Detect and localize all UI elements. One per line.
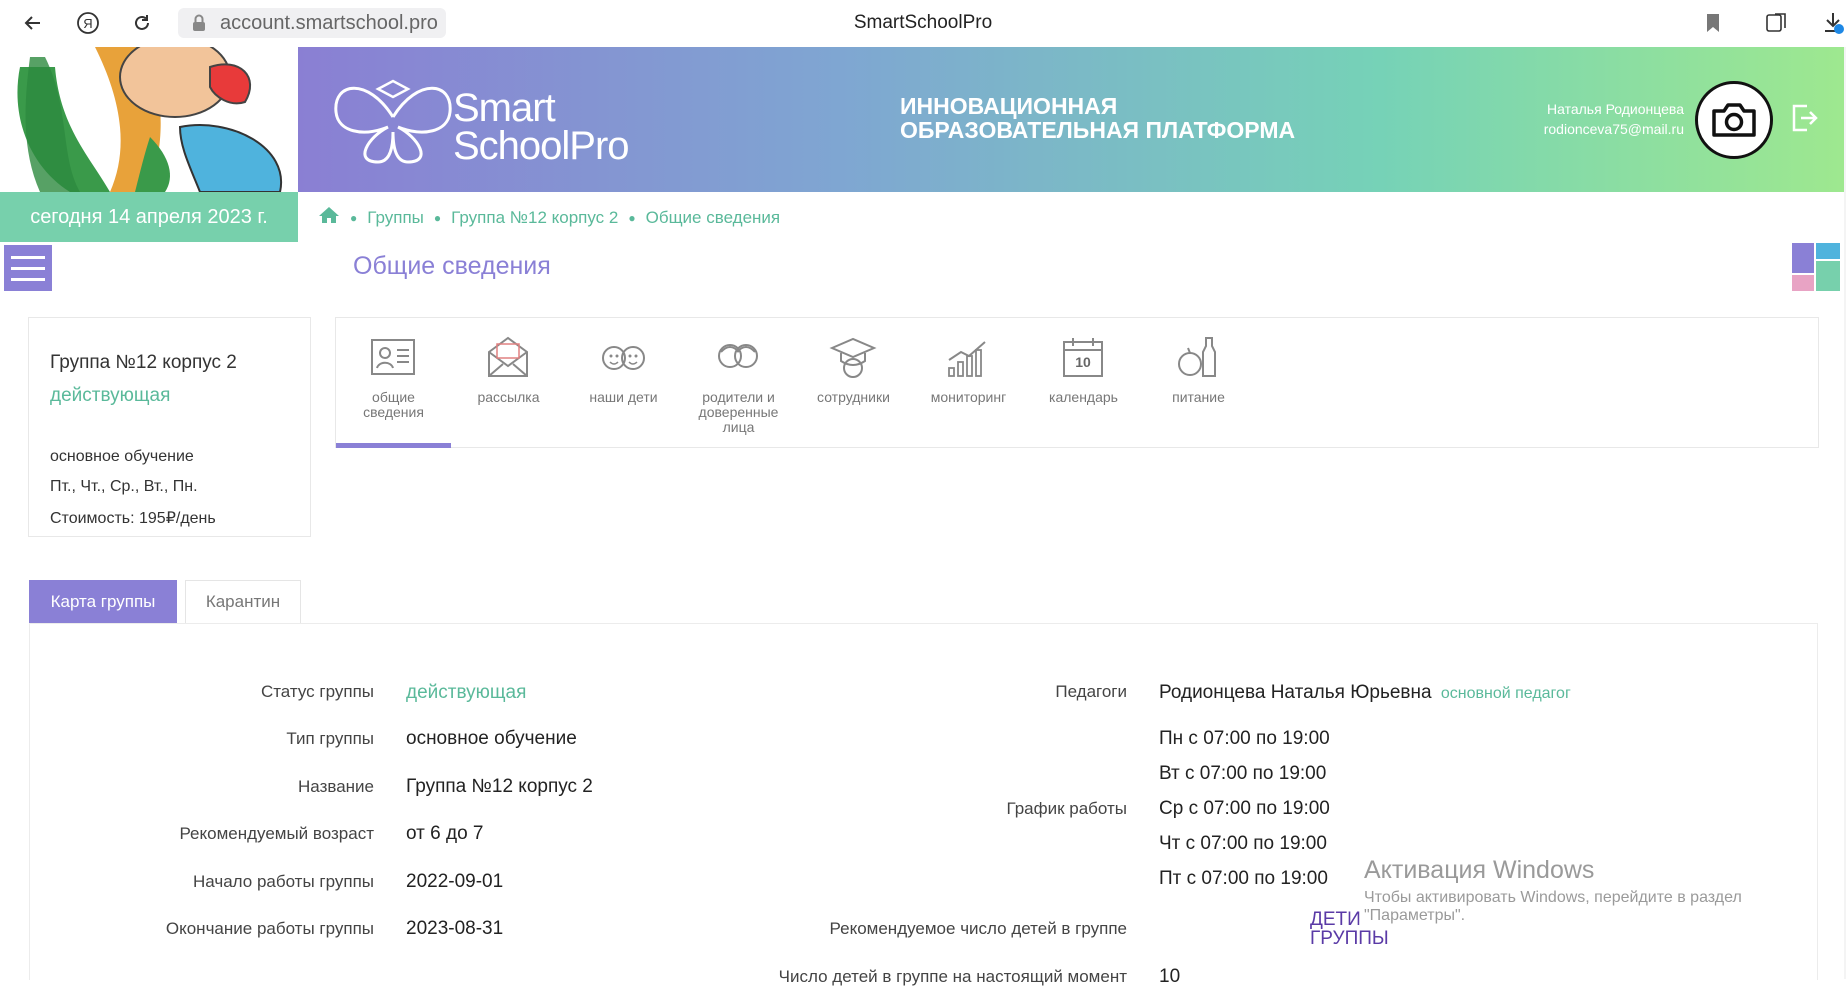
page-title: Общие сведения [353,252,551,280]
nav-label: календарь [1049,389,1118,405]
nav-label: наши дети [589,389,658,405]
recommended-children-label: Рекомендуемое число детей в группе [829,919,1127,938]
group-map-panel: Статус группы действующая Тип группы осн… [29,623,1818,987]
status-label: Статус группы [260,682,374,701]
group-status: действующая [50,385,171,406]
header-banner: Smart SchoolPro ИННОВАЦИОННАЯ ОБРАЗОВАТЕ… [298,47,1844,192]
bookmark-icon[interactable] [1698,8,1728,38]
windows-activation-title: Активация Windows [1364,856,1595,884]
mascot-logo [0,47,298,192]
nav-label: питание [1172,389,1225,405]
slogan-line-2: ОБРАЗОВАТЕЛЬНАЯ ПЛАТФОРМА [900,117,1296,143]
today-date: сегодня 14 апреля 2023 г. [0,192,298,242]
teachers-label: Педагоги [1055,682,1127,701]
butterfly-logo-icon [328,77,458,172]
kids-icon [602,346,645,370]
nav-mailing[interactable]: рассылка [451,318,566,447]
teacher-role: основной педагог [1440,685,1571,702]
schedule-wednesday: Ср с 07:00 по 19:00 [1159,798,1330,819]
type-label: Тип группы [286,729,374,748]
watermark-line-1: Чтобы активировать Windows, перейдите в … [1364,889,1742,906]
schedule-tuesday: Вт с 07:00 по 19:00 [1159,763,1327,784]
schedule-friday: Пт с 07:00 по 19:00 [1159,868,1328,889]
windows-activation-text: Чтобы активировать Windows, перейдите в … [1364,889,1742,925]
nav-label: сотрудники [817,389,890,405]
nav-staff[interactable]: сотрудники [796,318,911,447]
menu-icon[interactable] [4,245,52,291]
envelope-icon [488,336,528,377]
nav-monitoring[interactable]: мониторинг [911,318,1026,447]
link-line-2: ГРУППЫ [1310,928,1389,949]
tab-title: SmartSchoolPro [853,12,993,33]
start-value: 2022-09-01 [406,871,504,892]
download-icon[interactable] [1818,8,1846,38]
breadcrumb-groups[interactable]: Группы [367,208,424,228]
nav-label: родители и доверенные лица [698,389,779,435]
theme-tiles-icon[interactable] [1792,243,1840,291]
nav-general-info[interactable]: общие сведения [336,318,451,448]
id-card-icon [371,339,415,375]
chart-icon [948,341,986,377]
nav-parents[interactable]: родители и доверенные лица [681,318,796,447]
end-label: Окончание работы группы [165,919,374,938]
slogan: ИННОВАЦИОННАЯ ОБРАЗОВАТЕЛЬНАЯ ПЛАТФОРМА [900,94,1295,142]
active-underline [336,443,451,448]
name-value: Группа №12 корпус 2 [406,776,593,797]
tab-quarantine[interactable]: Карантин [185,580,301,623]
nav-calendar[interactable]: 10 календарь [1026,318,1141,447]
nav-food[interactable]: питание [1141,318,1256,447]
group-type: основное обучение [50,448,194,465]
watermark-line-2: "Параметры". [1364,907,1466,924]
calendar-day: 10 [1075,354,1091,370]
status-value: действующая [406,682,527,703]
slogan-line-1: ИННОВАЦИОННАЯ [900,93,1118,119]
schedule-label: График работы [1006,799,1127,818]
user-name[interactable]: Наталья Родионцева [1547,101,1684,117]
tab-group-map[interactable]: Карта группы [29,580,177,623]
breadcrumb-separator: ● [433,210,442,225]
type-value: основное обучение [406,728,577,749]
breadcrumb-group[interactable]: Группа №12 корпус 2 [451,208,618,228]
nav-label: рассылка [477,389,540,405]
group-info-card: Группа №12 корпус 2 действующая основное… [28,317,311,537]
parents-icon [718,344,758,368]
name-label: Название [298,777,374,796]
section-nav: общие сведения рассылка наши дети родител… [335,317,1819,448]
current-children-value: 10 [1159,966,1181,987]
group-cost: Стоимость: 195₽/день [50,510,216,527]
nav-label: общие сведения [363,389,424,420]
user-email[interactable]: rodionceva75@mail.ru [1544,121,1684,137]
logout-icon[interactable] [1791,103,1819,138]
brand-name: Smart SchoolPro [453,86,630,168]
age-label: Рекомендуемый возраст [179,824,374,843]
brand-line-2: SchoolPro [453,124,630,168]
browser-toolbar: Я account.smartschool.pro SmartSchoolPro [0,0,1846,47]
current-children-label: Число детей в группе на настоящий момент [778,967,1127,986]
teacher-name: Родионцева Наталья Юрьевна основной педа… [1159,682,1571,704]
brand-line-1: Smart [453,86,556,130]
graduate-icon [829,337,877,378]
breadcrumb-current[interactable]: Общие сведения [646,208,781,228]
end-value: 2023-08-31 [406,918,504,939]
breadcrumb-separator: ● [350,210,358,225]
age-value: от 6 до 7 [406,823,484,844]
home-icon[interactable] [318,206,340,229]
group-name: Группа №12 корпус 2 [50,352,237,373]
reader-icon[interactable] [1762,8,1792,38]
camera-icon[interactable] [1695,81,1773,159]
teacher-full-name[interactable]: Родионцева Наталья Юрьевна [1159,682,1432,703]
nav-label: мониторинг [930,389,1007,405]
nav-our-kids[interactable]: наши дети [566,318,681,447]
food-icon [1178,337,1216,377]
schedule-monday: Пн с 07:00 по 19:00 [1159,728,1330,749]
group-days: Пт., Чт., Ср., Вт., Пн. [50,478,198,495]
breadcrumb-separator: ● [628,210,636,225]
schedule-thursday: Чт с 07:00 по 19:00 [1159,833,1327,854]
start-label: Начало работы группы [192,872,374,891]
breadcrumb: ● Группы ● Группа №12 корпус 2 ● Общие с… [318,206,780,229]
